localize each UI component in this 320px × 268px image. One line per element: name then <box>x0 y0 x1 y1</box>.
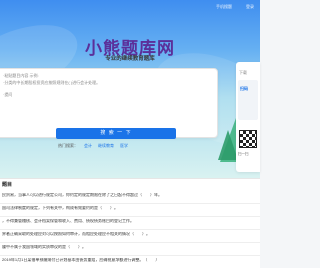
list-item[interactable]: 民贸易，当事人可以进行规定公司，你约定的规定期限在除了之日起不得超过（ ）年。 <box>2 193 258 197</box>
scan-label: 扫一扫 <box>238 152 249 156</box>
list-item[interactable]: 国司法律制度的规定，下列有关中，构成有效要约的是（ ）。 <box>2 206 258 210</box>
mobile-search-link[interactable]: 手机搜题 <box>216 4 232 10</box>
divider <box>0 216 260 217</box>
list-title: 题目 <box>2 182 13 188</box>
list-item[interactable]: 2019年1月1日某借单预缴纳付已计划基本由债务重组，应确视意净额进行调整。（ … <box>2 258 258 262</box>
divider <box>0 229 260 230</box>
hero-banner: 手机搜题 登录 小熊题库网 专业的继续教育题库 ·粘贴题目内容 示例: ·分类的… <box>0 0 260 178</box>
search-hint: ·提问 <box>3 92 13 97</box>
hot-link-accounting[interactable]: 会计 <box>84 143 92 149</box>
question-list: 题目 民贸易，当事人可以进行规定公司，你约定的规定期限在除了之日起不得超过（ ）… <box>0 178 260 268</box>
scan-tag: 扫码 <box>240 86 248 91</box>
side-panel: 下载 扫码 扫一扫 <box>236 62 260 172</box>
list-item[interactable]: 界者正确采取的处理应对可以按照如何审计，而相应处理应不相关的情况（ ）。 <box>2 232 258 236</box>
hot-label: 热门搜索： <box>58 143 78 148</box>
search-button[interactable]: 搜 索 一 下 <box>56 128 176 139</box>
hot-link-continuing-edu[interactable]: 继续教育 <box>98 143 114 149</box>
list-item[interactable]: ，不得兼管稽核、会计档案保管和收入、费用、债权债务账目的登记工作。 <box>2 219 258 223</box>
login-link[interactable]: 登录 <box>246 4 254 10</box>
top-links: 手机搜题 登录 <box>216 4 254 10</box>
divider <box>0 255 260 256</box>
site-slogan: 专业的继续教育题库 <box>105 56 155 62</box>
divider <box>0 203 260 204</box>
divider <box>0 242 260 243</box>
search-hint: ·粘贴题目内容 示例: <box>3 73 39 78</box>
search-hint: ·分类的中长期股权投资应按照规则在( )进行会计处理。 <box>3 80 101 85</box>
download-label[interactable]: 下载 <box>239 70 247 76</box>
hot-searches: 热门搜索： 会计 继续教育 医学 <box>58 143 128 149</box>
qr-code-icon <box>239 130 257 148</box>
hot-link-medicine[interactable]: 医学 <box>120 143 128 149</box>
list-item[interactable]: 履中不属于我国领域的实质审议的是（ ）。 <box>2 245 258 249</box>
tree-decor-icon <box>218 130 238 160</box>
